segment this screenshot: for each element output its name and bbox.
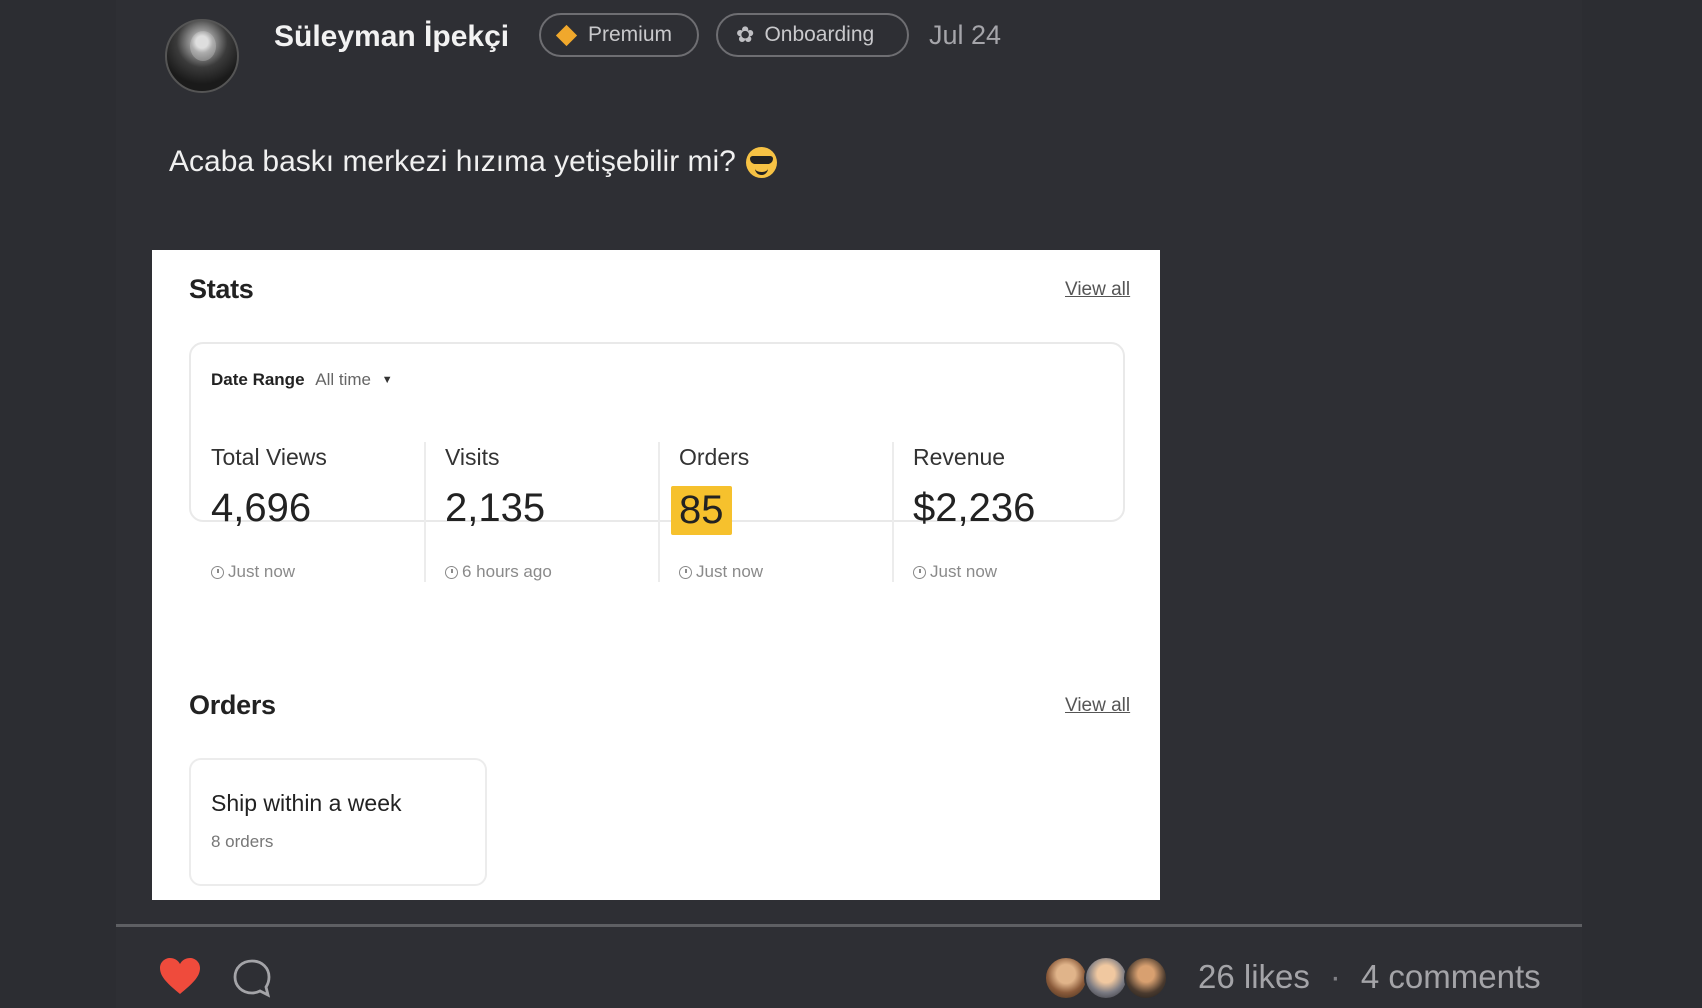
- order-group-card[interactable]: Ship within a week 8 orders: [189, 758, 487, 886]
- stat-value: 2,135: [445, 486, 546, 530]
- sunglasses-emoji-icon: [745, 146, 777, 178]
- stat-revenue: Revenue $2,236 Just now: [913, 444, 1127, 584]
- author-name[interactable]: Süleyman İpekçi: [274, 20, 509, 54]
- stat-time: Just now: [913, 562, 997, 582]
- footer-divider: [116, 924, 1582, 927]
- stat-label: Orders: [679, 444, 750, 470]
- orders-title: Orders: [189, 690, 276, 720]
- clock-icon: [913, 565, 926, 579]
- sprout-icon: ✿: [736, 22, 755, 47]
- stat-label: Visits: [445, 444, 500, 470]
- premium-label: Premium: [588, 23, 673, 46]
- stat-label: Revenue: [913, 444, 1006, 470]
- comments-count[interactable]: 4 comments: [1361, 958, 1541, 996]
- clock-icon: [679, 565, 692, 579]
- onboarding-badge[interactable]: ✿ Onboarding: [716, 13, 909, 57]
- date-range-selector[interactable]: Date Range All time ▼: [211, 370, 393, 390]
- stat-time: Just now: [211, 562, 295, 582]
- stat-time: 6 hours ago: [445, 562, 552, 582]
- caret-down-icon: ▼: [381, 374, 393, 386]
- stat-label: Total Views: [211, 444, 327, 470]
- premium-badge[interactable]: Premium: [539, 13, 699, 57]
- stat-value-highlighted: 85: [671, 486, 732, 535]
- order-group-count: 8 orders: [211, 832, 274, 851]
- post-body: Acaba baskı merkezi hızıma yetişebilir m…: [169, 145, 777, 179]
- diamond-icon: [555, 24, 578, 46]
- stat-value: 4,696: [211, 486, 312, 530]
- stat-time: Just now: [679, 562, 763, 582]
- post-footer-meta: 26 likes · 4 comments: [1198, 958, 1541, 996]
- stats-title: Stats: [189, 274, 254, 304]
- stat-visits: Visits 2,135 6 hours ago: [445, 444, 659, 584]
- stat-divider: [424, 442, 426, 582]
- stat-orders: Orders 85 Just now: [671, 444, 893, 584]
- meta-separator: ·: [1329, 958, 1341, 995]
- stat-divider: [892, 442, 894, 582]
- liker-avatar[interactable]: [1124, 956, 1168, 1000]
- comment-icon[interactable]: [232, 958, 272, 998]
- onboarding-label: Onboarding: [764, 23, 875, 46]
- stat-total-views: Total Views 4,696 Just now: [211, 444, 425, 584]
- post-text: Acaba baskı merkezi hızıma yetişebilir m…: [169, 145, 736, 178]
- likes-count[interactable]: 26 likes: [1198, 958, 1310, 996]
- author-avatar[interactable]: [165, 18, 239, 93]
- clock-icon: [445, 565, 458, 579]
- order-group-title: Ship within a week: [211, 790, 402, 816]
- post-header: [165, 18, 239, 93]
- stat-value: $2,236: [913, 486, 1036, 530]
- liker-avatar[interactable]: [1084, 956, 1128, 1000]
- liker-avatar[interactable]: [1044, 956, 1088, 1000]
- attached-screenshot[interactable]: Stats View all Date Range All time ▼ Tot…: [152, 250, 1160, 900]
- liker-avatars[interactable]: [1044, 956, 1174, 1000]
- post-date[interactable]: Jul 24: [929, 20, 1001, 51]
- date-range-label: Date Range: [211, 370, 305, 389]
- heart-icon[interactable]: [158, 956, 202, 996]
- orders-view-all-link[interactable]: View all: [1065, 695, 1130, 717]
- stats-view-all-link[interactable]: View all: [1065, 279, 1130, 301]
- date-range-value: All time: [315, 370, 371, 389]
- stat-divider: [658, 442, 660, 582]
- stats-panel: Date Range All time ▼ Total Views 4,696 …: [189, 342, 1125, 582]
- clock-icon: [211, 565, 224, 579]
